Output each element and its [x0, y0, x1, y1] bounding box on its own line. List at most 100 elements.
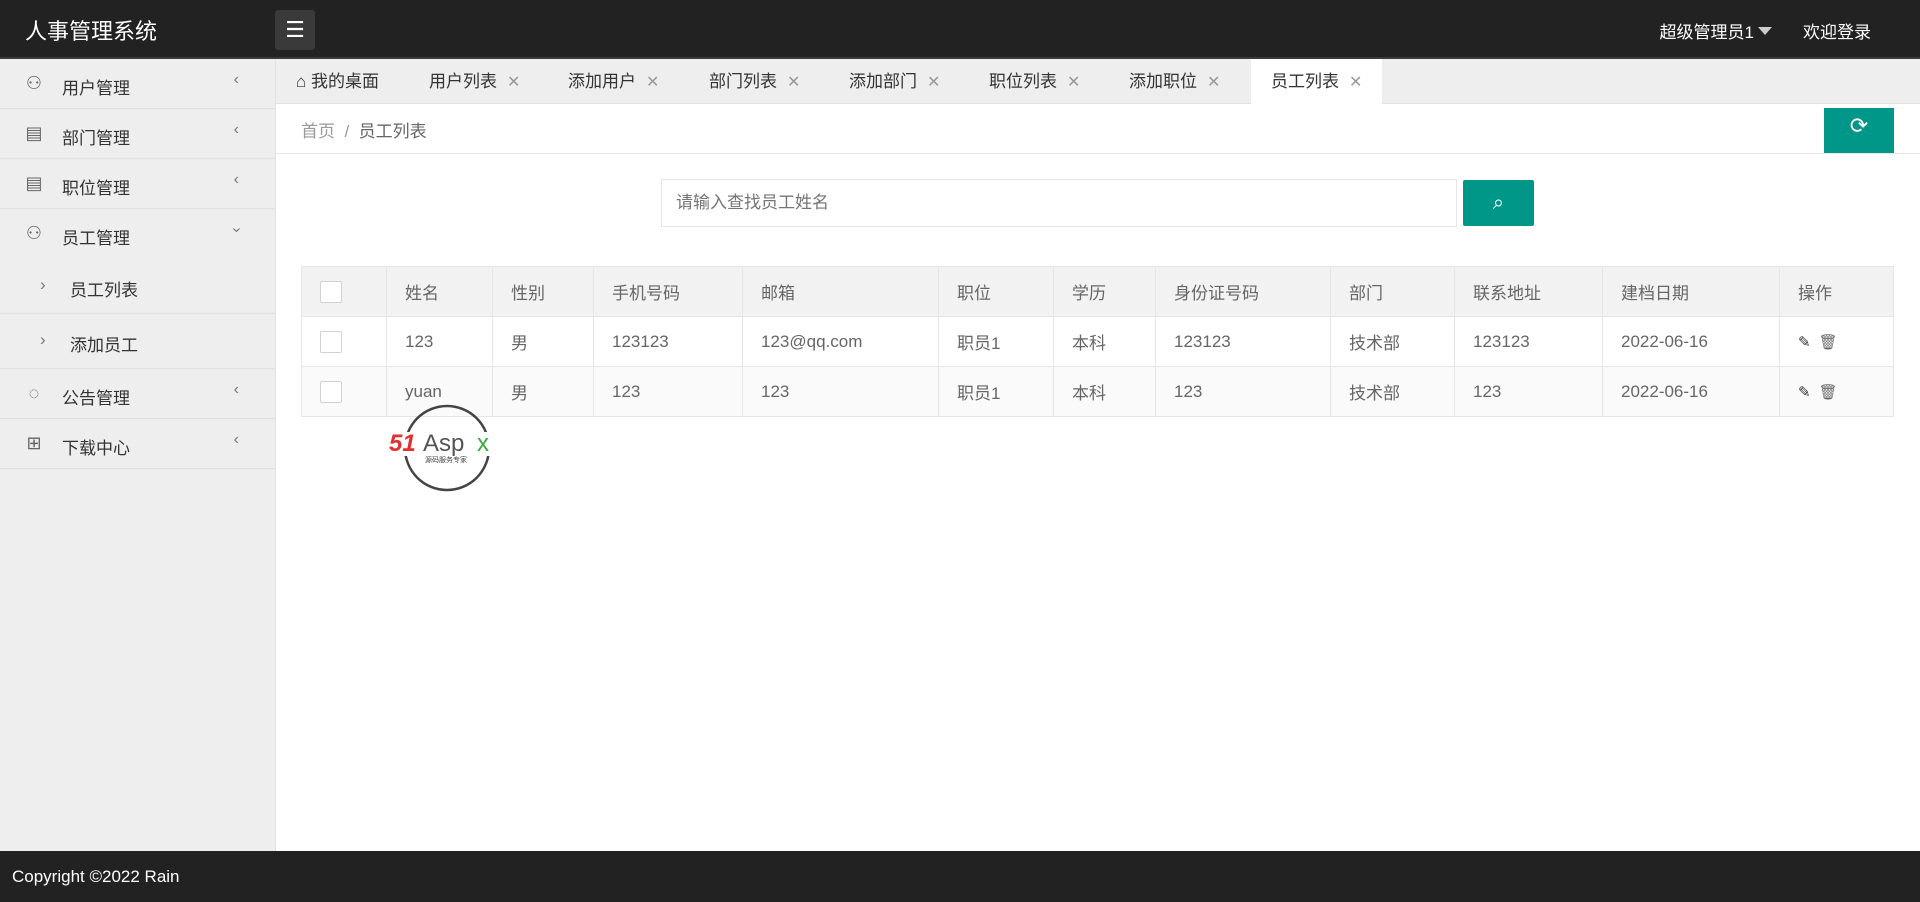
tab-label: 员工列表 — [1271, 72, 1339, 91]
refresh-button[interactable]: ⟳ — [1824, 108, 1894, 153]
cell-email: 123 — [742, 366, 939, 417]
sidebar-item-downloads[interactable]: ⊞ 下载中心 ‹ — [0, 419, 275, 469]
table-header-row: 姓名 性别 手机号码 邮箱 职位 学历 身份证号码 部门 联系地址 建档日期 操… — [301, 266, 1894, 317]
tab-label: 用户列表 — [429, 72, 497, 91]
cell-gender: 男 — [492, 316, 594, 367]
select-all-checkbox[interactable] — [320, 280, 342, 303]
sidebar-item-users[interactable]: ⚇ 用户管理 ‹ — [0, 59, 275, 109]
chevron-left-icon: ‹ — [233, 71, 239, 88]
sidebar: ⚇ 用户管理 ‹ ▤ 部门管理 ‹ ▤ 职位管理 ‹ ⚇ 员工管理 ‹ › 员工列表 › 添加员工 … — [0, 59, 276, 851]
tab-label: 我的桌面 — [311, 72, 380, 91]
watermark-logo: 51 Asp x 源码服务专家 — [387, 404, 509, 492]
breadcrumb: 首页 / 员工列表 — [301, 117, 427, 142]
cell-address: 123123 — [1454, 316, 1603, 367]
sidebar-label: 员工管理 — [62, 229, 130, 248]
tab-label: 添加职位 — [1129, 72, 1197, 91]
tab-employee-list[interactable]: 员工列表 ✕ — [1251, 59, 1383, 104]
employee-table: 姓名 性别 手机号码 邮箱 职位 学历 身份证号码 部门 联系地址 建档日期 操… — [301, 266, 1894, 417]
tab-desktop[interactable]: ⌂ 我的桌面 — [296, 59, 379, 104]
column-header: 邮箱 — [742, 266, 939, 317]
tab-label: 添加部门 — [849, 72, 917, 91]
sidebar-subitem-employee-list[interactable]: › 员工列表 — [0, 259, 275, 314]
cell-id-number: 123 — [1155, 366, 1331, 417]
divider — [276, 153, 1920, 154]
chevron-left-icon: ‹ — [233, 431, 239, 448]
cell-email: 123@qq.com — [742, 316, 939, 367]
tab-dept-list[interactable]: 部门列表 ✕ — [709, 59, 800, 104]
chevron-left-icon: ‹ — [233, 171, 239, 188]
app-title: 人事管理系统 — [25, 19, 158, 44]
row-checkbox[interactable] — [320, 380, 342, 403]
trash-icon[interactable]: 🗑 — [1819, 334, 1838, 351]
welcome-link[interactable]: 欢迎登录 — [1803, 18, 1871, 43]
search-input[interactable] — [661, 179, 1457, 227]
cell-position: 职员1 — [938, 366, 1054, 417]
cell-name: 123 — [386, 316, 493, 367]
breadcrumb-separator: / — [344, 122, 350, 141]
column-header: 联系地址 — [1454, 266, 1603, 317]
document-icon: ▤ — [25, 123, 43, 143]
sidebar-label: 下载中心 — [62, 439, 130, 458]
cell-education: 本科 — [1053, 316, 1156, 367]
cell-department: 技术部 — [1330, 316, 1455, 367]
column-header: 职位 — [938, 266, 1054, 317]
column-header: 部门 — [1330, 266, 1455, 317]
chevron-right-icon: › — [40, 330, 46, 349]
user-dropdown[interactable]: 超级管理员1 — [1660, 18, 1772, 43]
column-header: 手机号码 — [593, 266, 743, 317]
user-tie-icon: ⚇ — [25, 223, 43, 243]
row-checkbox[interactable] — [320, 330, 342, 353]
top-header: 人事管理系统 ☰ 超级管理员1 欢迎登录 — [0, 0, 1920, 59]
edit-icon[interactable]: ✎ — [1798, 384, 1811, 401]
column-header: 性别 — [492, 266, 594, 317]
cell-address: 123 — [1454, 366, 1603, 417]
cell-phone: 123123 — [593, 316, 743, 367]
search-button[interactable]: ⌕ — [1463, 180, 1534, 226]
sidebar-label: 公告管理 — [62, 389, 130, 408]
home-icon: ⌂ — [296, 72, 307, 91]
tab-add-user[interactable]: 添加用户 ✕ — [568, 59, 659, 104]
cell-education: 本科 — [1053, 366, 1156, 417]
column-header: 操作 — [1779, 266, 1894, 317]
chevron-down-icon: ‹ — [227, 227, 245, 233]
sidebar-item-positions[interactable]: ▤ 职位管理 ‹ — [0, 159, 275, 209]
cell-phone: 123 — [593, 366, 743, 417]
sidebar-item-departments[interactable]: ▤ 部门管理 ‹ — [0, 109, 275, 159]
close-icon[interactable]: ✕ — [507, 74, 520, 91]
close-icon[interactable]: ✕ — [787, 74, 800, 91]
tab-position-list[interactable]: 职位列表 ✕ — [989, 59, 1080, 104]
close-icon[interactable]: ✕ — [646, 74, 659, 91]
close-icon[interactable]: ✕ — [1067, 74, 1080, 91]
tab-label: 添加用户 — [568, 72, 636, 91]
svg-text:51: 51 — [389, 430, 416, 457]
copyright-text: Copyright ©2022 Rain — [12, 867, 180, 886]
cell-date: 2022-06-16 — [1602, 316, 1780, 367]
sidebar-item-employees[interactable]: ⚇ 员工管理 ‹ — [0, 209, 275, 259]
tab-label: 职位列表 — [989, 72, 1057, 91]
trash-icon[interactable]: 🗑 — [1819, 384, 1838, 401]
sidebar-subitem-add-employee[interactable]: › 添加员工 — [0, 314, 275, 369]
sidebar-item-notices[interactable]: ◌ 公告管理 ‹ — [0, 369, 275, 419]
tab-add-position[interactable]: 添加职位 ✕ — [1129, 59, 1220, 104]
sidebar-label: 员工列表 — [70, 281, 138, 300]
list-icon: ☰ — [285, 17, 305, 42]
column-header: 建档日期 — [1602, 266, 1780, 317]
document-icon: ▤ — [25, 173, 43, 193]
column-header: 学历 — [1053, 266, 1156, 317]
cell-id-number: 123123 — [1155, 316, 1331, 367]
tab-add-dept[interactable]: 添加部门 ✕ — [849, 59, 940, 104]
close-icon[interactable]: ✕ — [1349, 74, 1362, 91]
chevron-left-icon: ‹ — [233, 121, 239, 138]
close-icon[interactable]: ✕ — [1207, 74, 1220, 91]
caret-down-icon — [1758, 27, 1772, 35]
close-icon[interactable]: ✕ — [927, 74, 940, 91]
user-name: 超级管理员1 — [1659, 23, 1754, 42]
edit-icon[interactable]: ✎ — [1798, 334, 1811, 351]
cell-department: 技术部 — [1330, 366, 1455, 417]
breadcrumb-home[interactable]: 首页 — [301, 122, 335, 141]
menu-toggle-button[interactable]: ☰ — [275, 10, 315, 50]
tab-user-list[interactable]: 用户列表 ✕ — [429, 59, 520, 104]
table-row: 123 男 123123 123@qq.com 职员1 本科 123123 技术… — [301, 316, 1894, 367]
grid-icon: ⊞ — [26, 433, 42, 453]
cell-position: 职员1 — [938, 316, 1054, 367]
